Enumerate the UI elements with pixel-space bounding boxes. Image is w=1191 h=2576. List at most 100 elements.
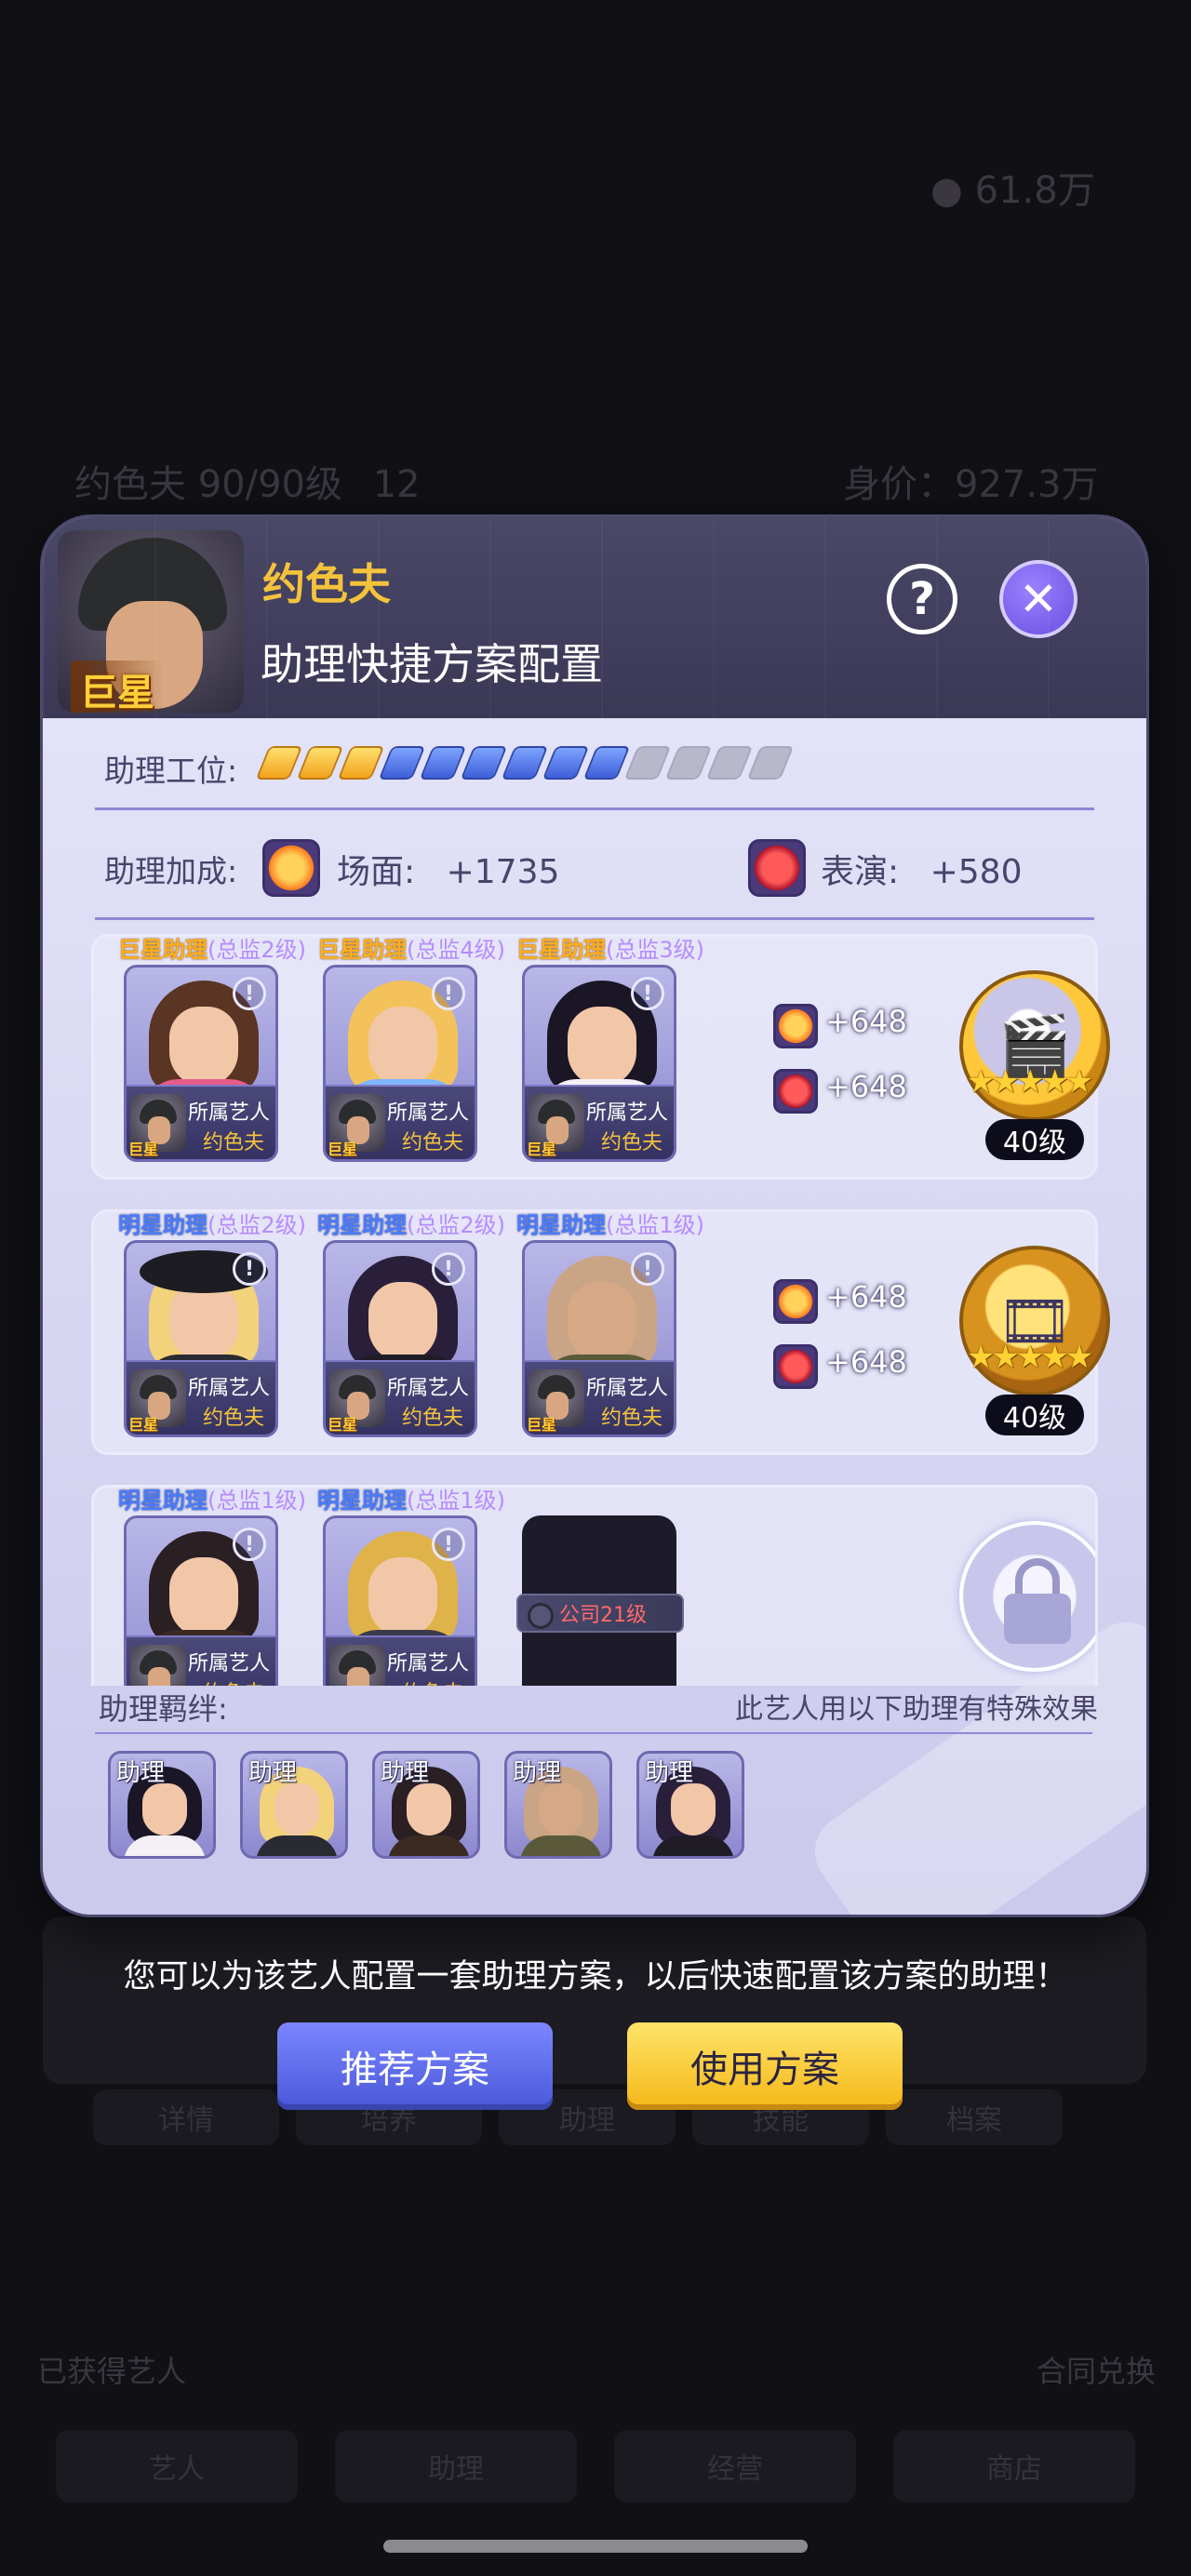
assistant-card[interactable]: 巨星助理(总监3级) ! 巨星 所属艺人 约色夫: [516, 937, 704, 1162]
dialog-body: 助理工位: 助理加成: 场面: +1735 表演: +580 巨星助理(总监2级…: [43, 718, 1146, 1915]
bg-tab-archive: 档案: [886, 2089, 1063, 2145]
info-icon[interactable]: !: [432, 977, 465, 1010]
bond-assistant-card[interactable]: 助理: [240, 1751, 348, 1859]
bg-nav-business: 经营: [614, 2430, 856, 2503]
card-owner-footer: 巨星 所属艺人 约色夫: [525, 1360, 674, 1435]
info-icon[interactable]: !: [233, 1252, 266, 1286]
workstation-slot-blue: [460, 746, 508, 780]
use-plan-button[interactable]: 使用方案: [627, 2022, 903, 2110]
owner-avatar: [329, 1645, 385, 1686]
medal-level: 40级: [985, 1395, 1084, 1435]
workstation-slot-blue: [501, 746, 549, 780]
bg-tab-details: 详情: [93, 2089, 279, 2145]
divider: [95, 808, 1094, 810]
performance-mask-icon: [773, 1069, 818, 1114]
assistant-tier-label: 巨星助理(总监2级): [118, 937, 306, 963]
assistant-tier-label: 明星助理(总监1级): [516, 1212, 704, 1238]
group-performance-bonus: +648: [825, 1069, 907, 1104]
workstation-slots: [255, 746, 795, 780]
assistant-tier-label: 巨星助理(总监4级): [317, 937, 505, 963]
assistant-group-1: 巨星助理(总监2级) ! 巨星 所属艺人 约色夫 巨星助理(总监4级) ! 巨星…: [91, 934, 1110, 1180]
assistant-group-3: 明星助理(总监1级) ! 所属艺人 约色夫 明星助理(总监1级) !: [91, 1485, 1098, 1686]
medal-stars: ★★★★★: [967, 1339, 1093, 1376]
assistant-card[interactable]: 明星助理(总监1级) ! 所属艺人 约色夫: [118, 1488, 306, 1686]
assistant-group-2: 明星助理(总监2级) ! 巨星 所属艺人 约色夫 明星助理(总监2级) ! 巨星…: [91, 1209, 1110, 1455]
scene-explosion-icon: [773, 1279, 818, 1324]
workstation-slot-gray: [664, 746, 713, 780]
workstation-slot-blue: [419, 746, 467, 780]
coin-counter: ● 61.8万: [930, 169, 1095, 212]
artist-name: 约色夫: [262, 559, 391, 609]
assistant-plan-dialog: 巨星 约色夫 助理快捷方案配置 ? ✕ 助理工位: 助理加成: 场面: +173…: [43, 517, 1146, 1915]
assistant-card[interactable]: 明星助理(总监1级) ! 巨星 所属艺人 约色夫: [516, 1212, 704, 1437]
padlock-icon: [959, 1521, 1095, 1672]
workstation-slot-blue: [582, 746, 631, 780]
assistant-card[interactable]: 明星助理(总监2级) ! 巨星 所属艺人 约色夫: [118, 1212, 306, 1437]
close-button[interactable]: ✕: [999, 560, 1077, 638]
assistant-tier-label: 巨星助理(总监3级): [516, 937, 704, 963]
card-owner-footer: 所属艺人 约色夫: [326, 1635, 475, 1686]
assistant-portrait: ! 巨星 所属艺人 约色夫: [323, 1240, 477, 1437]
info-icon[interactable]: !: [233, 977, 266, 1010]
dialog-header: 巨星 约色夫 助理快捷方案配置 ? ✕: [43, 517, 1146, 718]
bond-assistant-card[interactable]: 助理: [636, 1751, 744, 1859]
home-indicator[interactable]: [383, 2540, 808, 2553]
group-scene-bonus: +648: [825, 1004, 907, 1039]
card-owner-footer: 所属艺人 约色夫: [127, 1635, 275, 1686]
card-owner-footer: 巨星 所属艺人 约色夫: [326, 1085, 475, 1159]
bond-assistant-card[interactable]: 助理: [372, 1751, 480, 1859]
help-button[interactable]: ?: [887, 564, 957, 634]
assistant-portrait: ! 巨星 所属艺人 约色夫: [124, 965, 278, 1162]
info-icon[interactable]: !: [233, 1528, 266, 1561]
info-icon[interactable]: !: [432, 1528, 465, 1561]
assistant-card[interactable]: 巨星助理(总监4级) ! 巨星 所属艺人 约色夫: [317, 937, 505, 1162]
workstation-slot-gold: [255, 746, 303, 780]
workstation-slot-blue: [378, 746, 426, 780]
performance-mask-icon: [773, 1344, 818, 1389]
bonus-label: 助理加成:: [104, 853, 238, 889]
dialog-title: 助理快捷方案配置: [261, 639, 603, 689]
card-owner-footer: 巨星 所属艺人 约色夫: [525, 1085, 674, 1159]
bond-assistant-card[interactable]: 助理: [108, 1751, 216, 1859]
assistant-tier-label: 明星助理(总监1级): [118, 1488, 306, 1514]
artist-value-line: 身价：927.3万: [843, 463, 1099, 506]
company-level-requirement: 公司21级: [516, 1594, 684, 1633]
scene-bonus: 场面: +1735: [337, 853, 560, 891]
assistant-portrait: ! 巨星 所属艺人 约色夫: [522, 1240, 676, 1437]
assistant-tier-label: 明星助理(总监2级): [118, 1212, 306, 1238]
recommend-plan-button[interactable]: 推荐方案: [277, 2022, 553, 2110]
info-icon[interactable]: !: [432, 1252, 465, 1286]
bg-nav-assistant: 助理: [335, 2430, 577, 2503]
owner-avatar: [130, 1645, 186, 1686]
assistant-card[interactable]: 明星助理(总监1级) ! 所属艺人 约色夫: [317, 1488, 505, 1686]
background-panel: [43, 1916, 1146, 2084]
workstation-slot-gray: [746, 746, 795, 780]
assistant-portrait: ! 所属艺人 约色夫: [323, 1515, 477, 1686]
artist-avatar: 巨星: [58, 530, 244, 713]
assistant-card[interactable]: 巨星助理(总监2级) ! 巨星 所属艺人 约色夫: [118, 937, 306, 1162]
card-owner-footer: 巨星 所属艺人 约色夫: [326, 1360, 475, 1435]
workstation-slot-blue: [542, 746, 590, 780]
bond-assistant-card[interactable]: 助理: [504, 1751, 612, 1859]
assistant-tier-label: 明星助理(总监1级): [317, 1488, 505, 1514]
close-icon: ✕: [1019, 572, 1058, 626]
group-scene-bonus: +648: [825, 1279, 907, 1315]
assistant-portrait: ! 巨星 所属艺人 约色夫: [522, 965, 676, 1162]
info-icon[interactable]: !: [631, 977, 664, 1010]
workstation-slot-gold: [296, 746, 344, 780]
bg-contract-exchange: 合同兑换: [1037, 2354, 1157, 2389]
bond-label: 助理羁绊:: [99, 1691, 228, 1727]
face-shape: [106, 601, 203, 709]
locked-assistant-slot[interactable]: 公司21级: [516, 1515, 684, 1686]
medal-level: 40级: [985, 1119, 1084, 1160]
card-owner-footer: 巨星 所属艺人 约色夫: [127, 1360, 275, 1435]
assistant-card[interactable]: 明星助理(总监2级) ! 巨星 所属艺人 约色夫: [317, 1212, 505, 1437]
bond-hint: 此艺人用以下助理有特殊效果: [735, 1693, 1098, 1726]
assistant-tier-label: 明星助理(总监2级): [317, 1212, 505, 1238]
bg-owned-artists: 已获得艺人: [37, 2354, 187, 2389]
scene-explosion-icon: [773, 1004, 818, 1048]
info-icon[interactable]: !: [631, 1252, 664, 1286]
scene-explosion-icon: [262, 839, 320, 897]
bg-nav-shop: 商店: [893, 2430, 1135, 2503]
card-owner-footer: 巨星 所属艺人 约色夫: [127, 1085, 275, 1159]
